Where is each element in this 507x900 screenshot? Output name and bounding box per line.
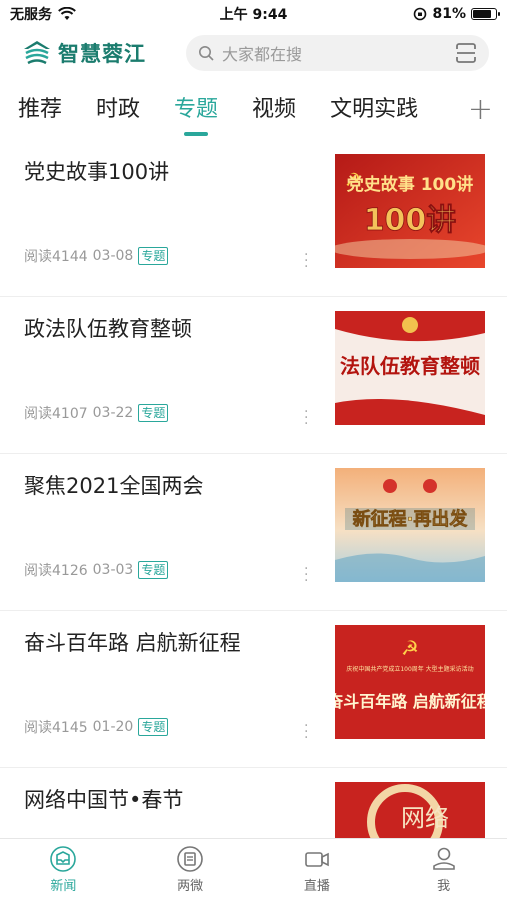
nav-weibo-wechat[interactable]: 两微 (127, 839, 254, 900)
article-thumbnail: ☭ 庆祝中国共产党成立100周年 大型主题采访活动 奋斗百年路 启航新征程 (335, 625, 485, 739)
publish-date: 01-20 (92, 719, 134, 735)
thumb-hammer-sickle-icon: ☭ (401, 636, 419, 660)
article-thumbnail: ☭ 党史故事 100讲 100讲 (335, 154, 485, 268)
search-input[interactable]: 大家都在搜 (186, 35, 489, 71)
publish-date: 03-08 (92, 248, 134, 264)
read-count: 阅读4145 (24, 720, 88, 736)
read-count: 阅读4107 (24, 406, 88, 422)
article-title: 党史故事100讲 (24, 160, 170, 184)
list-item[interactable]: 奋斗百年路 启航新征程 阅读4145 01-20 专题 · · · ☭ 庆祝中国共产… (0, 611, 507, 768)
video-camera-icon (305, 852, 329, 867)
battery-percent: 81% (432, 6, 466, 22)
article-title: 奋斗百年路 启航新征程 (24, 631, 241, 655)
tab-civilization-practice[interactable]: 文明实践 (330, 90, 418, 130)
app-logo[interactable]: 智慧蓉江 (22, 38, 172, 68)
channel-tabs: 推荐 时政 专题 视频 文明实践 + (0, 86, 507, 136)
nav-me[interactable]: 我 (380, 839, 507, 900)
more-options-icon[interactable]: · · · (304, 405, 308, 431)
read-count: 阅读4144 (24, 249, 88, 265)
topic-badge: 专题 (138, 718, 169, 736)
article-meta: 阅读4145 01-20 专题 (24, 717, 169, 737)
nav-label: 两微 (177, 879, 204, 894)
article-meta: 阅读4144 03-08 专题 (24, 246, 169, 266)
search-placeholder: 大家都在搜 (222, 45, 303, 64)
thumb-caption: 奋斗百年路 启航新征程 (335, 692, 485, 711)
search-icon (199, 46, 214, 61)
topic-badge: 专题 (138, 247, 169, 265)
article-thumbnail: 新征程·再出发 (335, 468, 485, 582)
thumb-caption: 法队伍教育整顿 (340, 354, 480, 378)
add-channel-icon[interactable]: + (468, 92, 493, 128)
thumb-subcaption: 庆祝中国共产党成立100周年 大型主题采访活动 (346, 665, 473, 673)
weibo-wechat-icon (177, 846, 203, 872)
tab-politics[interactable]: 时政 (96, 90, 140, 130)
thumb-caption: 新征程·再出发 (353, 508, 469, 530)
tab-topics[interactable]: 专题 (174, 90, 218, 136)
battery-icon (471, 8, 500, 20)
article-meta: 阅读4126 03-03 专题 (24, 560, 169, 580)
publish-date: 03-03 (92, 562, 134, 578)
more-options-icon[interactable]: · · · (304, 248, 308, 274)
app-header: 智慧蓉江 大家都在搜 (0, 30, 507, 76)
list-item[interactable]: 政法队伍教育整顿 阅读4107 03-22 专题 · · · 法队伍教育整顿 (0, 297, 507, 454)
logo-text: 智慧蓉江 (58, 42, 146, 66)
news-icon (50, 846, 77, 872)
thumb-caption: 党史故事 100讲 (347, 174, 473, 195)
article-title: 政法队伍教育整顿 (24, 317, 192, 341)
battery-fill (473, 10, 491, 18)
publish-date: 03-22 (92, 405, 134, 421)
nav-label: 我 (437, 879, 451, 894)
article-title: 聚焦2021全国两会 (24, 474, 204, 498)
more-options-icon[interactable]: · · · (304, 562, 308, 588)
nav-label: 新闻 (50, 879, 77, 894)
wifi-icon (58, 7, 76, 20)
carrier-label: 无服务 (10, 7, 52, 23)
logo-mark-icon (24, 41, 50, 65)
svg-text:100讲: 100讲 (364, 203, 457, 238)
tab-recommend[interactable]: 推荐 (18, 90, 62, 130)
thumb-caption: 网络 (401, 804, 449, 832)
list-item[interactable]: 党史故事100讲 阅读4144 03-08 专题 · · · ☭ 党史故事 100讲… (0, 140, 507, 297)
article-title: 网络中国节•春节 (24, 788, 184, 812)
tab-video[interactable]: 视频 (252, 90, 296, 130)
user-icon (432, 847, 455, 870)
nav-news[interactable]: 新闻 (0, 839, 127, 900)
article-thumbnail: 法队伍教育整顿 (335, 311, 485, 425)
topic-badge: 专题 (138, 561, 169, 579)
topic-badge: 专题 (138, 404, 169, 422)
article-meta: 阅读4107 03-22 专题 (24, 403, 169, 423)
scan-icon[interactable] (455, 42, 477, 64)
nav-live[interactable]: 直播 (254, 839, 381, 900)
bottom-nav: 新闻 两微 直播 我 (0, 838, 507, 900)
more-options-icon[interactable]: · · · (304, 719, 308, 745)
orientation-lock-icon (414, 7, 427, 21)
article-list: 党史故事100讲 阅读4144 03-08 专题 · · · ☭ 党史故事 100讲… (0, 140, 507, 900)
list-item[interactable]: 聚焦2021全国两会 阅读4126 03-03 专题 · · · 新征程·再出发 (0, 454, 507, 611)
read-count: 阅读4126 (24, 563, 88, 579)
status-bar: 无服务 上午 9:44 81% (0, 0, 507, 28)
nav-label: 直播 (303, 879, 330, 894)
